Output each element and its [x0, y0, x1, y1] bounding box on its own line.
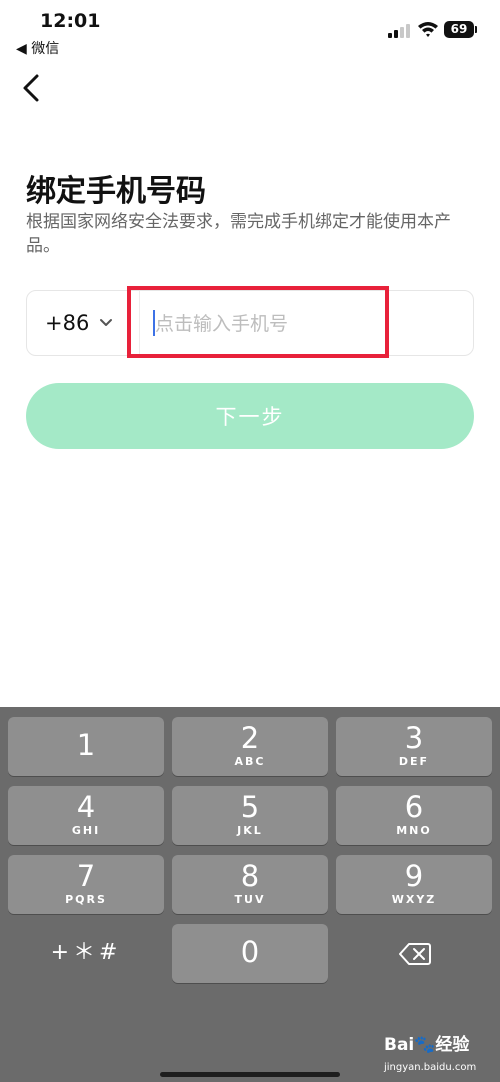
country-code-label: +86: [45, 311, 90, 335]
cellular-signal-icon: [388, 24, 410, 38]
key-digit: 1: [76, 728, 96, 762]
key-letters: PQRS: [65, 893, 107, 906]
backspace-icon: [399, 943, 431, 965]
key-digit: 7: [76, 859, 96, 893]
chevron-down-icon: [100, 319, 113, 326]
phone-input-row: +86: [26, 290, 474, 356]
page-description: 根据国家网络安全法要求，需完成手机绑定才能使用本产品。: [26, 212, 451, 256]
key-digit: 6: [404, 790, 424, 824]
key-letters: TUV: [234, 893, 266, 906]
key-delete[interactable]: [336, 924, 492, 983]
key-letters: WXYZ: [391, 893, 437, 906]
back-to-app-link[interactable]: ◀ 微信: [16, 38, 59, 58]
key-digit: 9: [404, 859, 424, 893]
key-5[interactable]: 5 JKL: [172, 786, 328, 845]
key-digit: 8: [240, 859, 260, 893]
key-9[interactable]: 9 WXYZ: [336, 855, 492, 914]
key-6[interactable]: 6 MNO: [336, 786, 492, 845]
battery-nub: [475, 26, 477, 33]
key-digit: 5: [240, 790, 260, 824]
home-indicator: [160, 1072, 340, 1077]
key-letters: MNO: [396, 824, 432, 837]
wifi-icon: [418, 22, 438, 37]
key-symbols[interactable]: +＊#: [8, 924, 164, 983]
key-letters: ABC: [234, 755, 266, 768]
key-letters: JKL: [237, 824, 263, 837]
key-2[interactable]: 2 ABC: [172, 717, 328, 776]
input-divider: [139, 291, 140, 355]
key-digit: 0: [240, 935, 260, 969]
key-digit: 4: [76, 790, 96, 824]
text-cursor: [153, 310, 155, 336]
key-symbols-label: +＊#: [50, 940, 122, 965]
country-code-selector[interactable]: +86: [27, 291, 137, 355]
key-letters: DEF: [398, 755, 430, 768]
chevron-left-icon: [23, 74, 39, 102]
phone-number-input[interactable]: [153, 299, 457, 349]
key-3[interactable]: 3 DEF: [336, 717, 492, 776]
key-0[interactable]: 0: [172, 924, 328, 983]
key-7[interactable]: 7 PQRS: [8, 855, 164, 914]
battery-icon: 69: [444, 21, 474, 38]
key-8[interactable]: 8 TUV: [172, 855, 328, 914]
status-bar: 12:01 ◀ 微信 69: [0, 0, 500, 62]
key-4[interactable]: 4 GHI: [8, 786, 164, 845]
key-digit: 2: [240, 721, 260, 755]
key-digit: 3: [404, 721, 424, 755]
key-letters: GHI: [71, 824, 101, 837]
back-button[interactable]: [16, 70, 46, 106]
status-time: 12:01: [40, 10, 101, 32]
numeric-keypad: 1 2 ABC 3 DEF 4 GHI 5 JKL 6 MNO 7 PQRS 8…: [0, 707, 500, 1082]
key-1[interactable]: 1: [8, 717, 164, 776]
page-title: 绑定手机号码: [26, 174, 206, 209]
next-step-button[interactable]: 下一步: [26, 383, 474, 449]
